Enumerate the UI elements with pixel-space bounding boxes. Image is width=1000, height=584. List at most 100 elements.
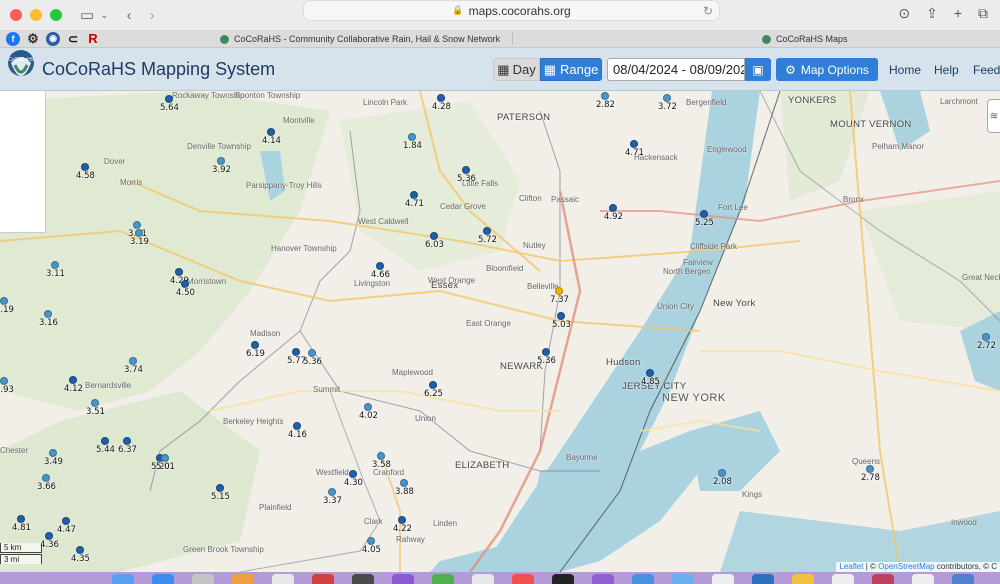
dock-app-icon[interactable]	[192, 574, 214, 584]
dock-app-icon[interactable]	[312, 574, 334, 584]
station-marker[interactable]	[81, 163, 89, 171]
map-canvas[interactable]: Lincoln Park PATERSON Bergenfield YONKERS La…	[0, 91, 1000, 572]
dock-app-icon[interactable]	[912, 574, 934, 584]
bookmark-icon[interactable]: ⊂	[66, 32, 80, 46]
calendar-picker-icon[interactable]: ▣	[745, 58, 771, 81]
station-marker[interactable]	[293, 422, 301, 430]
station-marker[interactable]	[462, 166, 470, 174]
station-marker[interactable]	[982, 333, 990, 341]
sidebar-toggle-icon[interactable]: ▭	[80, 6, 94, 24]
station-marker[interactable]	[555, 287, 563, 295]
station-marker[interactable]	[161, 454, 169, 462]
day-button[interactable]: ▦ Day	[493, 58, 540, 81]
station-marker[interactable]	[76, 546, 84, 554]
station-marker[interactable]	[133, 221, 141, 229]
dock-app-icon[interactable]	[512, 574, 534, 584]
map-options-button[interactable]: ⚙ Map Options	[776, 58, 878, 81]
station-marker[interactable]	[91, 399, 99, 407]
station-marker[interactable]	[45, 532, 53, 540]
osm-link[interactable]: OpenStreetMap	[878, 562, 934, 571]
dock-app-icon[interactable]	[872, 574, 894, 584]
dock-app-icon[interactable]	[792, 574, 814, 584]
dock-app-icon[interactable]	[832, 574, 854, 584]
close-window-button[interactable]	[10, 9, 22, 21]
tab-overview-icon[interactable]: ⧉	[978, 5, 988, 22]
noaa-bookmark-icon[interactable]: ◉	[46, 31, 60, 46]
station-marker[interactable]	[181, 280, 189, 288]
dock-app-icon[interactable]	[472, 574, 494, 584]
station-marker[interactable]	[49, 449, 57, 457]
station-marker[interactable]	[718, 469, 726, 477]
station-marker[interactable]	[410, 191, 418, 199]
chevron-down-icon[interactable]: ⌄	[100, 10, 108, 21]
station-marker[interactable]	[129, 357, 137, 365]
station-marker[interactable]	[700, 210, 708, 218]
station-marker[interactable]	[51, 261, 59, 269]
dock-app-icon[interactable]	[552, 574, 574, 584]
dock-app-icon[interactable]	[392, 574, 414, 584]
station-marker[interactable]	[251, 341, 259, 349]
station-marker[interactable]	[430, 232, 438, 240]
dock-app-icon[interactable]	[752, 574, 774, 584]
nav-help-link[interactable]: Help	[934, 63, 959, 77]
station-marker[interactable]	[400, 479, 408, 487]
layers-icon[interactable]: ≋	[987, 99, 1000, 133]
dock-app-icon[interactable]	[152, 574, 174, 584]
date-range-input[interactable]: 08/04/2024 - 08/09/2024	[607, 58, 745, 81]
forward-icon[interactable]: ›	[150, 7, 155, 24]
cocorahs-logo[interactable]: CoCoRaHS	[3, 49, 39, 91]
station-marker[interactable]	[376, 262, 384, 270]
dock-app-icon[interactable]	[272, 574, 294, 584]
station-marker[interactable]	[663, 94, 671, 102]
station-marker[interactable]	[62, 517, 70, 525]
dock-app-icon[interactable]	[632, 574, 654, 584]
download-icon[interactable]: ⊙	[898, 5, 910, 22]
dock-app-icon[interactable]	[352, 574, 374, 584]
station-marker[interactable]	[101, 437, 109, 445]
leaflet-link[interactable]: Leaflet	[839, 562, 863, 571]
station-marker[interactable]	[216, 484, 224, 492]
tab-cocorahs-home[interactable]: CoCoRaHS - Community Collaborative Rain,…	[220, 30, 500, 48]
station-marker[interactable]	[42, 474, 50, 482]
share-icon[interactable]: ⇪	[926, 5, 938, 22]
station-marker[interactable]	[165, 95, 173, 103]
station-marker[interactable]	[0, 297, 8, 305]
nav-home-link[interactable]: Home	[889, 63, 921, 77]
station-marker[interactable]	[646, 369, 654, 377]
station-marker[interactable]	[292, 348, 300, 356]
station-marker[interactable]	[601, 92, 609, 100]
station-marker[interactable]	[377, 452, 385, 460]
station-marker[interactable]	[609, 204, 617, 212]
station-marker[interactable]	[398, 516, 406, 524]
station-marker[interactable]	[429, 381, 437, 389]
station-marker[interactable]	[542, 348, 550, 356]
dock-app-icon[interactable]	[232, 574, 254, 584]
station-marker[interactable]	[408, 133, 416, 141]
station-marker[interactable]	[630, 140, 638, 148]
station-marker[interactable]	[364, 403, 372, 411]
back-icon[interactable]: ‹	[127, 7, 132, 24]
dock-app-icon[interactable]	[592, 574, 614, 584]
station-marker[interactable]	[308, 349, 316, 357]
dock-app-icon[interactable]	[112, 574, 134, 584]
rutgers-bookmark-icon[interactable]: R	[86, 31, 100, 46]
station-marker[interactable]	[135, 229, 143, 237]
gear-bookmark-icon[interactable]: ⚙	[26, 31, 40, 46]
station-marker[interactable]	[123, 437, 131, 445]
minimize-window-button[interactable]	[30, 9, 42, 21]
station-marker[interactable]	[328, 488, 336, 496]
station-marker[interactable]	[557, 312, 565, 320]
tab-cocorahs-maps[interactable]: CoCoRaHS Maps	[762, 30, 848, 48]
station-marker[interactable]	[217, 157, 225, 165]
facebook-bookmark-icon[interactable]: f	[6, 31, 20, 46]
new-tab-icon[interactable]: +	[954, 5, 962, 22]
station-marker[interactable]	[349, 470, 357, 478]
station-marker[interactable]	[437, 94, 445, 102]
station-marker[interactable]	[44, 310, 52, 318]
reload-icon[interactable]: ↻	[703, 4, 713, 18]
station-marker[interactable]	[483, 227, 491, 235]
dock-app-icon[interactable]	[712, 574, 734, 584]
station-marker[interactable]	[267, 128, 275, 136]
station-marker[interactable]	[866, 465, 874, 473]
station-marker[interactable]	[367, 537, 375, 545]
